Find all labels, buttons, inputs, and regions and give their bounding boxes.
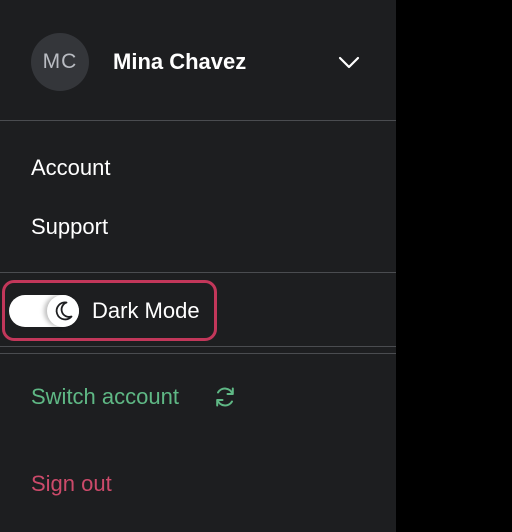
dark-mode-toggle[interactable] — [9, 295, 79, 327]
moon-icon — [55, 301, 73, 321]
toggle-knob[interactable] — [47, 295, 79, 327]
chevron-down-icon[interactable] — [337, 52, 361, 72]
divider — [0, 120, 396, 121]
avatar: MC — [31, 33, 89, 91]
dark-mode-label: Dark Mode — [92, 298, 200, 323]
overlay-backdrop[interactable] — [396, 0, 512, 532]
divider — [0, 272, 396, 273]
switch-account-link[interactable]: Switch account — [31, 382, 179, 412]
menu-item-account[interactable]: Account — [31, 153, 111, 183]
divider — [0, 346, 396, 347]
user-name: Mina Chavez — [113, 49, 247, 74]
user-switcher[interactable]: MC Mina Chavez — [0, 0, 396, 121]
refresh-icon[interactable] — [213, 385, 237, 409]
account-menu-panel: MC Mina Chavez Account Support Dark Mode… — [0, 0, 396, 532]
menu-item-support[interactable]: Support — [31, 212, 108, 242]
sign-out-link[interactable]: Sign out — [31, 469, 112, 499]
divider — [0, 353, 396, 354]
